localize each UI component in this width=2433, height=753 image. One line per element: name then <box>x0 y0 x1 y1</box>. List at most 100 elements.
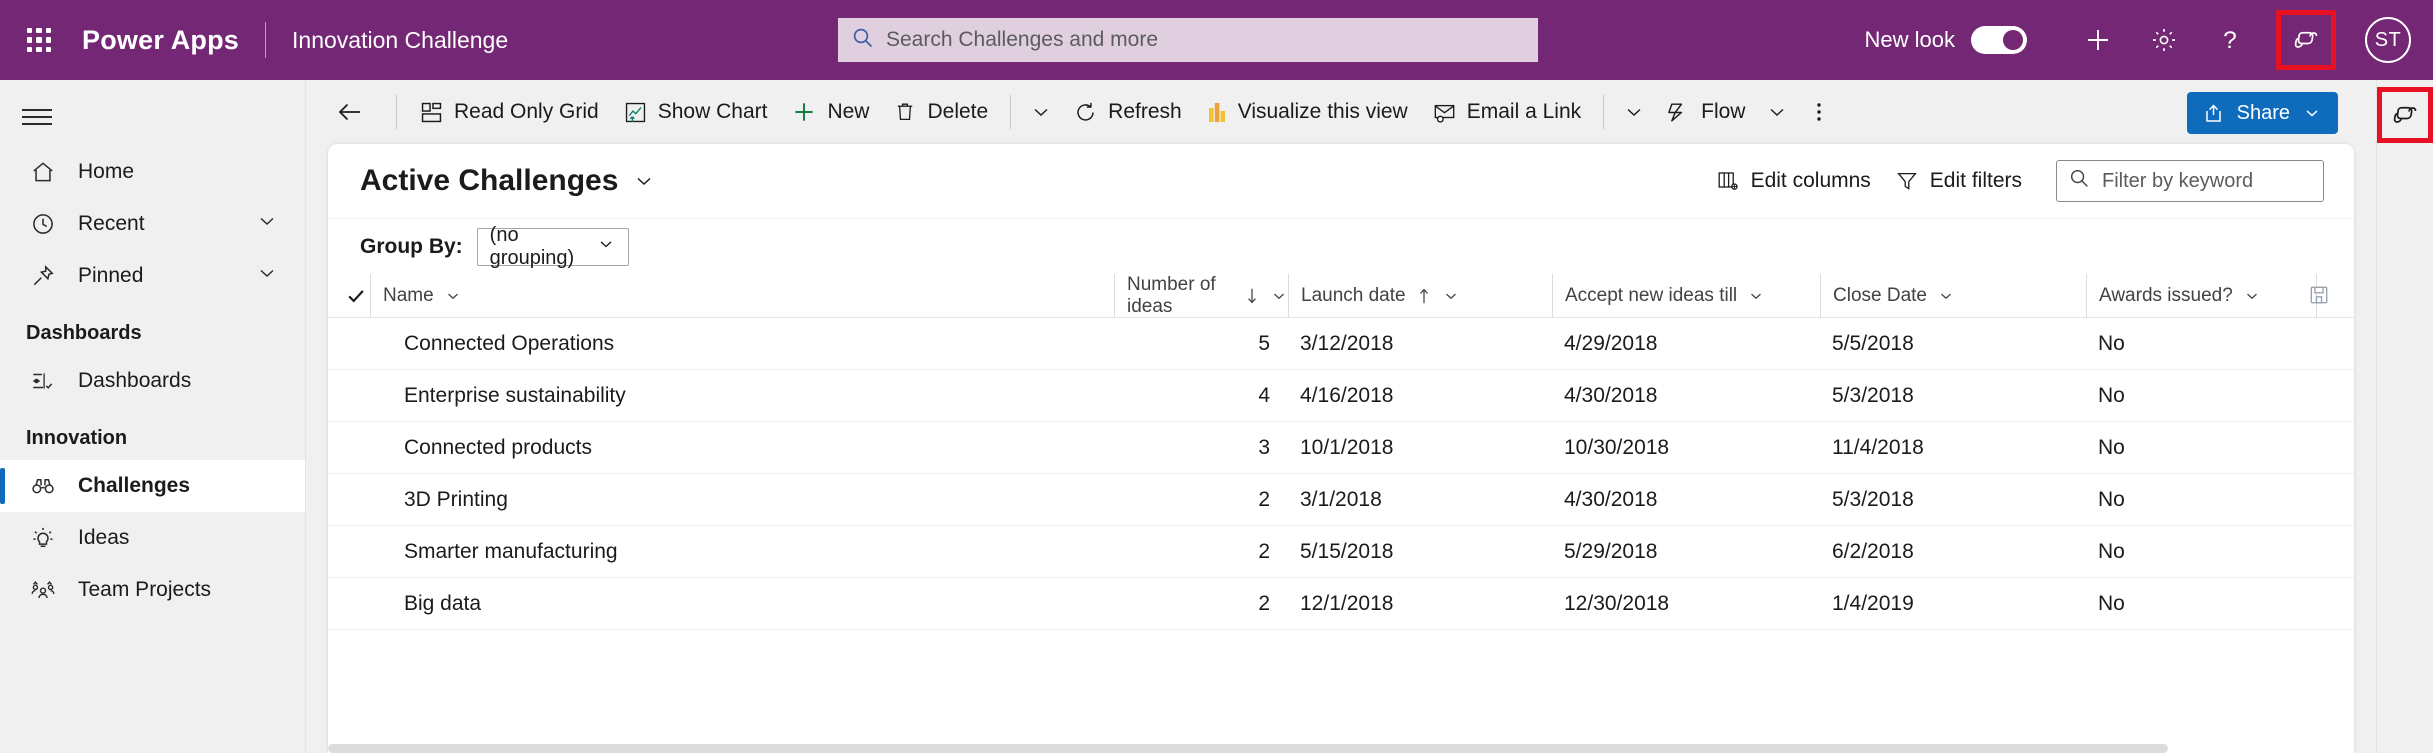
sidebar-item-pinned[interactable]: Pinned <box>0 250 305 302</box>
cell-name[interactable]: Enterprise sustainability <box>370 384 1114 408</box>
app-name[interactable]: Innovation Challenge <box>292 27 508 54</box>
table-row[interactable]: Connected products 3 10/1/2018 10/30/201… <box>328 422 2354 474</box>
sidebar-item-home[interactable]: Home <box>0 146 305 198</box>
chevron-down-icon[interactable] <box>1442 287 1460 305</box>
refresh-label: Refresh <box>1108 100 1182 123</box>
visualize-this-view-button[interactable]: Visualize this view <box>1194 89 1420 135</box>
table-row[interactable]: Enterprise sustainability 4 4/16/2018 4/… <box>328 370 2354 422</box>
cell-name[interactable]: 3D Printing <box>370 488 1114 512</box>
chevron-down-icon[interactable] <box>1937 287 1955 305</box>
column-header-accept-new-ideas-till[interactable]: Accept new ideas till <box>1552 273 1820 318</box>
column-header-awards-issued[interactable]: Awards issued? <box>2086 273 2316 318</box>
plus-icon[interactable] <box>2075 17 2121 63</box>
sidebar-item-recent[interactable]: Recent <box>0 198 305 250</box>
save-icon[interactable] <box>2308 284 2330 306</box>
cell-name[interactable]: Smarter manufacturing <box>370 540 1114 564</box>
question-mark-icon[interactable]: ? <box>2207 17 2253 63</box>
group-by-select[interactable]: (no grouping) <box>476 224 629 269</box>
new-button[interactable]: New <box>779 89 881 135</box>
table-row[interactable]: 3D Printing 2 3/1/2018 4/30/2018 5/3/201… <box>328 474 2354 526</box>
funnel-icon <box>1895 169 1919 193</box>
email-icon <box>1432 100 1457 125</box>
chevron-down-icon[interactable] <box>2243 287 2261 305</box>
edit-filters-button[interactable]: Edit filters <box>1883 161 2034 201</box>
sort-ascending-icon <box>1416 287 1432 305</box>
back-arrow-icon[interactable] <box>328 90 372 134</box>
cell-close-date: 5/5/2018 <box>1832 331 1914 355</box>
share-label: Share <box>2236 101 2290 124</box>
cell-name[interactable]: Connected products <box>370 436 1114 460</box>
cell-awards-issued: No <box>2098 487 2125 511</box>
sidebar-item-label: Team Projects <box>78 578 212 601</box>
view-selector-chevron-down-icon[interactable] <box>632 169 656 193</box>
search-icon <box>852 27 874 54</box>
table-row[interactable]: Smarter manufacturing 2 5/15/2018 5/29/2… <box>328 526 2354 578</box>
chevron-down-icon[interactable] <box>444 287 462 305</box>
new-look-toggle[interactable] <box>1971 26 2027 54</box>
table-row[interactable]: Connected Operations 5 3/12/2018 4/29/20… <box>328 318 2354 370</box>
ellipsis-vertical-icon[interactable] <box>1797 89 1841 135</box>
delete-button[interactable]: Delete <box>881 89 1000 135</box>
sidebar: Home Recent Pinned Dashboards Dashboards… <box>0 80 306 753</box>
share-button[interactable]: Share <box>2186 92 2338 134</box>
header-actions: New look ? ST <box>1865 0 2433 80</box>
column-header-close-date[interactable]: Close Date <box>1820 273 2086 318</box>
brand-title[interactable]: Power Apps <box>82 25 239 56</box>
filter-by-keyword-input[interactable]: Filter by keyword <box>2056 160 2324 202</box>
horizontal-scrollbar[interactable] <box>328 744 2168 753</box>
global-search-input[interactable]: Search Challenges and more <box>838 18 1538 62</box>
email-a-link-button[interactable]: Email a Link <box>1420 89 1593 135</box>
sidebar-item-challenges[interactable]: Challenges <box>0 460 305 512</box>
main-content: Read Only Grid Show Chart New Delete Ref… <box>306 80 2433 753</box>
dashboard-icon <box>26 364 60 398</box>
email-overflow-chevron[interactable] <box>1614 89 1654 135</box>
chevron-down-icon <box>2302 103 2322 123</box>
cell-name[interactable]: Connected Operations <box>370 332 1114 356</box>
sidebar-section-title: Dashboards <box>26 322 142 344</box>
flow-icon <box>1666 100 1691 125</box>
right-rail <box>2376 80 2433 753</box>
edit-columns-icon <box>1716 169 1740 193</box>
sidebar-item-team-projects[interactable]: Team Projects <box>0 564 305 616</box>
clock-icon <box>26 207 60 241</box>
column-header-number-of-ideas[interactable]: Number of ideas <box>1114 273 1288 318</box>
flow-button[interactable]: Flow <box>1654 89 1757 135</box>
hamburger-menu-icon[interactable] <box>22 94 68 140</box>
cell-launch-date: 3/1/2018 <box>1300 487 1382 511</box>
cell-launch-date: 3/12/2018 <box>1300 331 1394 355</box>
table-row[interactable]: Big data 2 12/1/2018 12/30/2018 1/4/2019… <box>328 578 2354 630</box>
binoculars-icon <box>26 469 60 503</box>
column-label: Number of ideas <box>1127 273 1216 317</box>
sidebar-item-dashboards[interactable]: Dashboards <box>0 355 305 407</box>
chevron-down-icon[interactable] <box>1270 287 1288 305</box>
filter-placeholder: Filter by keyword <box>2102 169 2254 192</box>
cell-accept-new-ideas-till: 4/29/2018 <box>1564 331 1658 355</box>
column-label: Accept new ideas till <box>1565 284 1738 306</box>
column-header-launch-date[interactable]: Launch date <box>1288 273 1552 318</box>
show-chart-button[interactable]: Show Chart <box>611 89 780 135</box>
app-launcher-icon[interactable] <box>22 23 56 57</box>
gear-icon[interactable] <box>2141 17 2187 63</box>
chevron-down-icon[interactable] <box>255 209 279 239</box>
cell-number-of-ideas: 3 <box>1258 435 1270 459</box>
copilot-icon[interactable] <box>2377 87 2433 143</box>
read-only-grid-button[interactable]: Read Only Grid <box>407 89 611 135</box>
flow-overflow-chevron[interactable] <box>1757 89 1797 135</box>
chevron-down-icon[interactable] <box>255 261 279 291</box>
cell-name[interactable]: Big data <box>370 592 1114 616</box>
app-header: Power Apps Innovation Challenge Search C… <box>0 0 2433 80</box>
email-a-link-label: Email a Link <box>1466 100 1582 123</box>
copilot-icon[interactable] <box>2276 10 2336 70</box>
group-by-label: Group By: <box>360 234 463 258</box>
chevron-down-icon[interactable] <box>1747 287 1765 305</box>
sidebar-item-label: Pinned <box>78 264 144 287</box>
column-header-name[interactable]: Name <box>370 273 1114 318</box>
avatar[interactable]: ST <box>2365 17 2411 63</box>
refresh-button[interactable]: Refresh <box>1061 89 1194 135</box>
command-overflow-chevron[interactable] <box>1021 89 1061 135</box>
select-all-checkbox[interactable] <box>328 285 370 307</box>
view-card: Active Challenges Edit columns Edit filt… <box>328 144 2354 753</box>
cell-awards-issued: No <box>2098 591 2125 615</box>
sidebar-item-ideas[interactable]: Ideas <box>0 512 305 564</box>
edit-columns-button[interactable]: Edit columns <box>1704 161 1883 201</box>
